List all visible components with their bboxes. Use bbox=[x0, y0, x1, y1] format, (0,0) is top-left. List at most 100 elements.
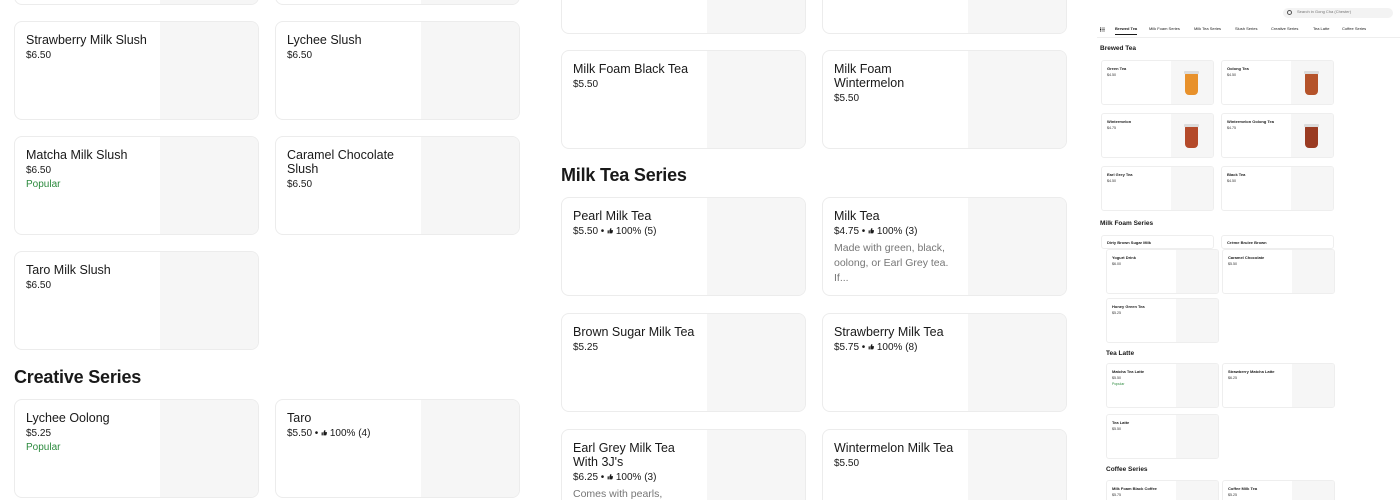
item-price: $6.00 bbox=[1112, 262, 1121, 266]
item-price: $4.75 bbox=[1107, 126, 1116, 130]
item-price: $6.50 bbox=[26, 280, 52, 291]
item-thumbnail bbox=[968, 0, 1066, 33]
mini-item-card[interactable]: Honey Green Tea $5.25 bbox=[1106, 298, 1219, 343]
tab-milk-foam-series[interactable]: Milk Foam Series bbox=[1149, 26, 1180, 31]
item-price: $5.50 • bbox=[287, 428, 319, 439]
item-price-rating: $5.50 • 100% (5) bbox=[573, 226, 703, 238]
menu-item-card[interactable] bbox=[14, 0, 259, 5]
item-price: $5.50 bbox=[1228, 262, 1237, 266]
item-price: $5.25 bbox=[573, 342, 599, 353]
menu-item-card[interactable]: Milk Foam Black Tea $5.50 bbox=[561, 50, 806, 149]
item-price: $4.50 bbox=[1107, 179, 1116, 183]
item-thumbnail bbox=[707, 198, 805, 295]
menu-item-card[interactable]: Milk Foam Wintermelon $5.50 bbox=[822, 50, 1067, 149]
menu-item-card[interactable] bbox=[275, 0, 520, 5]
item-thumbnail bbox=[1171, 114, 1213, 157]
popular-badge: Popular bbox=[26, 179, 61, 190]
menu-item-card[interactable]: Brown Sugar Milk Tea $5.25 bbox=[561, 313, 806, 412]
thumbs-up-icon bbox=[607, 474, 614, 480]
item-price: $5.50 bbox=[834, 458, 860, 469]
item-name: Strawberry Milk Tea bbox=[834, 325, 944, 339]
thumbs-up-icon bbox=[868, 344, 875, 350]
item-name: Pearl Milk Tea bbox=[573, 209, 652, 223]
drink-cup-image bbox=[1184, 124, 1199, 148]
menu-item-card[interactable]: Lychee Slush $6.50 bbox=[275, 21, 520, 120]
mini-item-card[interactable]: Strawberry Matcha Latte $6.25 bbox=[1222, 363, 1335, 408]
menu-item-card[interactable]: Taro $5.50 • 100% (4) bbox=[275, 399, 520, 498]
menu-item-card[interactable]: Strawberry Milk Tea $5.75 • 100% (8) bbox=[822, 313, 1067, 412]
item-price: $5.50 • bbox=[573, 226, 605, 237]
tab-slush-series[interactable]: Slush Series bbox=[1235, 26, 1257, 31]
item-name: Yogurt Drink bbox=[1112, 255, 1136, 260]
menu-item-card[interactable]: Matcha Milk Slush $6.50 Popular bbox=[14, 136, 259, 235]
mini-item-card[interactable]: Wintermelon $4.75 bbox=[1101, 113, 1214, 158]
item-thumbnail bbox=[1291, 114, 1333, 157]
menu-item-card[interactable]: Earl Grey Milk Tea With 3J's $6.25 • 100… bbox=[561, 429, 806, 500]
mini-item-card[interactable]: Dirty Brown Sugar Milk bbox=[1101, 235, 1214, 249]
mini-item-card[interactable]: Caramel Chocolate $5.50 bbox=[1222, 249, 1335, 294]
mini-item-card[interactable]: Yogurt Drink $6.00 bbox=[1106, 249, 1219, 294]
menu-item-card[interactable]: Taro Milk Slush $6.50 bbox=[14, 251, 259, 350]
item-name: Milk Foam Wintermelon bbox=[834, 62, 905, 90]
menu-item-card[interactable]: Strawberry Milk Slush $6.50 bbox=[14, 21, 259, 120]
item-price-rating: $5.50 • 100% (4) bbox=[287, 428, 417, 440]
tab-tea-latte[interactable]: Tea Latte bbox=[1313, 26, 1329, 31]
item-thumbnail bbox=[1292, 364, 1334, 407]
mini-item-card[interactable]: Wintermelon Oolong Tea $4.75 bbox=[1221, 113, 1334, 158]
menu-item-card[interactable] bbox=[561, 0, 806, 34]
thumbs-up-icon bbox=[607, 228, 614, 234]
menu-item-card[interactable]: Wintermelon Milk Tea $5.50 bbox=[822, 429, 1067, 500]
item-thumbnail bbox=[707, 430, 805, 500]
section-title-milk-foam: Milk Foam Series bbox=[1100, 220, 1154, 227]
mini-item-card[interactable]: Milk Foam Black Coffee $5.75 bbox=[1106, 480, 1219, 500]
menu-item-card[interactable]: Pearl Milk Tea $5.50 • 100% (5) bbox=[561, 197, 806, 296]
item-price: $4.50 bbox=[1227, 179, 1236, 183]
item-name: Earl Grey Tea bbox=[1107, 172, 1133, 177]
item-thumbnail bbox=[1176, 364, 1218, 407]
menu-item-card[interactable]: Lychee Oolong $5.25 Popular bbox=[14, 399, 259, 498]
tab-brewed-tea[interactable]: Brewed Tea bbox=[1115, 26, 1138, 35]
mini-menu-preview: Search in Gong Cha (Chester) Brewed Tea … bbox=[1097, 0, 1400, 500]
item-thumbnail bbox=[421, 22, 519, 119]
item-rating: 100% (8) bbox=[876, 342, 918, 353]
mini-item-card[interactable]: Coffee Milk Tea $5.25 bbox=[1222, 480, 1335, 500]
item-name: Green Tea bbox=[1107, 66, 1127, 71]
item-name: Strawberry Milk Slush bbox=[26, 33, 147, 47]
item-name: Earl Grey Milk Tea With 3J's bbox=[573, 441, 675, 469]
item-thumbnail bbox=[707, 0, 805, 33]
mini-item-card[interactable]: Tea Latte $5.50 bbox=[1106, 414, 1219, 459]
item-thumbnail bbox=[160, 0, 258, 4]
mini-item-card[interactable]: Oolong Tea $4.50 bbox=[1221, 60, 1334, 105]
item-thumbnail bbox=[1292, 481, 1334, 500]
tab-creative-series[interactable]: Creative Series bbox=[1271, 26, 1298, 31]
item-name: Wintermelon Milk Tea bbox=[834, 441, 954, 455]
item-name: Milk Foam Black Tea bbox=[573, 62, 689, 76]
item-rating: 100% (3) bbox=[615, 472, 657, 483]
item-price: $5.50 bbox=[1112, 376, 1121, 380]
search-input[interactable]: Search in Gong Cha (Chester) bbox=[1283, 8, 1393, 18]
item-price-rating: $6.25 • 100% (3) bbox=[573, 472, 698, 484]
item-thumbnail bbox=[968, 314, 1066, 411]
tab-milk-tea-series[interactable]: Milk Tea Series bbox=[1194, 26, 1221, 31]
mini-item-card[interactable]: Green Tea $4.50 bbox=[1101, 60, 1214, 105]
menu-item-card[interactable]: Caramel Chocolate Slush $6.50 bbox=[275, 136, 520, 235]
item-thumbnail bbox=[160, 22, 258, 119]
item-price: $6.25 bbox=[1228, 376, 1237, 380]
mini-item-card[interactable]: Earl Grey Tea $4.50 bbox=[1101, 166, 1214, 211]
item-thumbnail bbox=[1291, 61, 1333, 104]
list-icon[interactable] bbox=[1100, 27, 1105, 32]
item-rating: 100% (5) bbox=[615, 226, 657, 237]
menu-item-card[interactable] bbox=[822, 0, 1067, 34]
mini-item-card[interactable]: Black Tea $4.50 bbox=[1221, 166, 1334, 211]
search-icon bbox=[1287, 10, 1292, 15]
item-name: Oolong Tea bbox=[1227, 66, 1249, 71]
drink-cup-image bbox=[1304, 71, 1319, 95]
item-name: Matcha Tea Latte bbox=[1112, 369, 1145, 374]
item-thumbnail bbox=[968, 430, 1066, 500]
mini-item-card[interactable]: Crème Brulee Brown bbox=[1221, 235, 1334, 249]
tab-coffee-series[interactable]: Coffee Series bbox=[1342, 26, 1366, 31]
mini-item-card[interactable]: Matcha Tea Latte $5.50 Popular bbox=[1106, 363, 1219, 408]
menu-item-card[interactable]: Milk Tea $4.75 • 100% (3) Made with gree… bbox=[822, 197, 1067, 296]
item-thumbnail bbox=[421, 400, 519, 497]
item-name: Caramel Chocolate bbox=[1228, 255, 1265, 260]
